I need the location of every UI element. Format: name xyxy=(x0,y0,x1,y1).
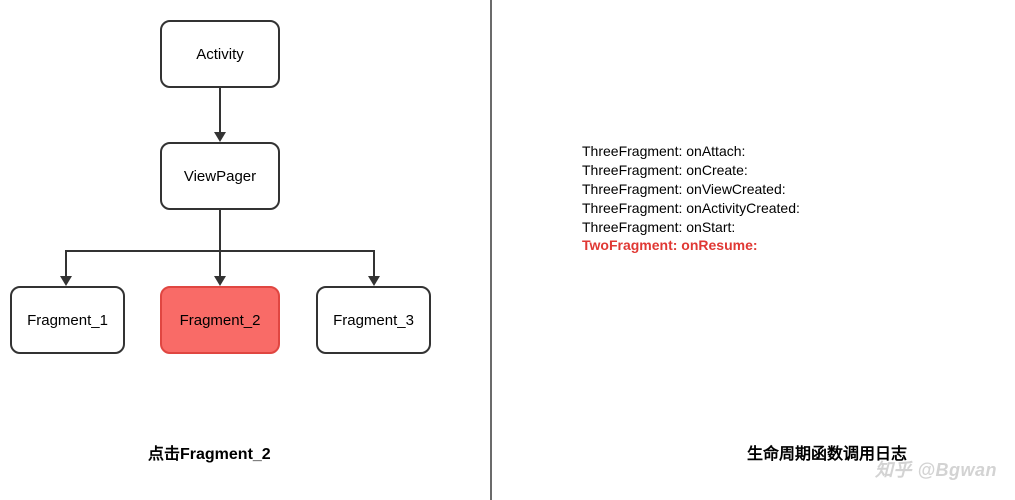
arrow-line xyxy=(219,88,221,132)
diagram-panel: Activity ViewPager Fragment_1 Fragment_2 xyxy=(0,0,490,500)
arrow-head-icon xyxy=(214,132,226,142)
arrow-line xyxy=(65,250,67,276)
log-panel: ThreeFragment: onAttach:ThreeFragment: o… xyxy=(492,0,1015,500)
node-activity-label: Activity xyxy=(196,46,244,63)
node-fragment-2-label: Fragment_2 xyxy=(180,312,261,329)
log-line: ThreeFragment: onViewCreated: xyxy=(582,180,1015,199)
arrow-head-icon xyxy=(214,276,226,286)
node-activity: Activity xyxy=(160,20,280,88)
log-line: TwoFragment: onResume: xyxy=(582,236,1015,255)
node-fragment-1: Fragment_1 xyxy=(10,286,125,354)
arrow-line xyxy=(219,250,221,276)
arrow-line xyxy=(219,210,221,250)
node-fragment-3-label: Fragment_3 xyxy=(333,312,414,329)
node-fragment-2: Fragment_2 xyxy=(160,286,280,354)
watermark: 知乎 @Bgwan xyxy=(875,456,997,482)
log-line: ThreeFragment: onActivityCreated: xyxy=(582,199,1015,218)
node-fragment-1-label: Fragment_1 xyxy=(27,312,108,329)
arrow-head-icon xyxy=(60,276,72,286)
log-line: ThreeFragment: onAttach: xyxy=(582,142,1015,161)
caption-left: 点击Fragment_2 xyxy=(148,440,271,464)
log-list: ThreeFragment: onAttach:ThreeFragment: o… xyxy=(582,142,1015,255)
arrow-head-icon xyxy=(368,276,380,286)
node-viewpager: ViewPager xyxy=(160,142,280,210)
log-line: ThreeFragment: onStart: xyxy=(582,218,1015,237)
arrow-line xyxy=(373,250,375,276)
log-line: ThreeFragment: onCreate: xyxy=(582,161,1015,180)
node-fragment-3: Fragment_3 xyxy=(316,286,431,354)
node-viewpager-label: ViewPager xyxy=(184,168,256,185)
